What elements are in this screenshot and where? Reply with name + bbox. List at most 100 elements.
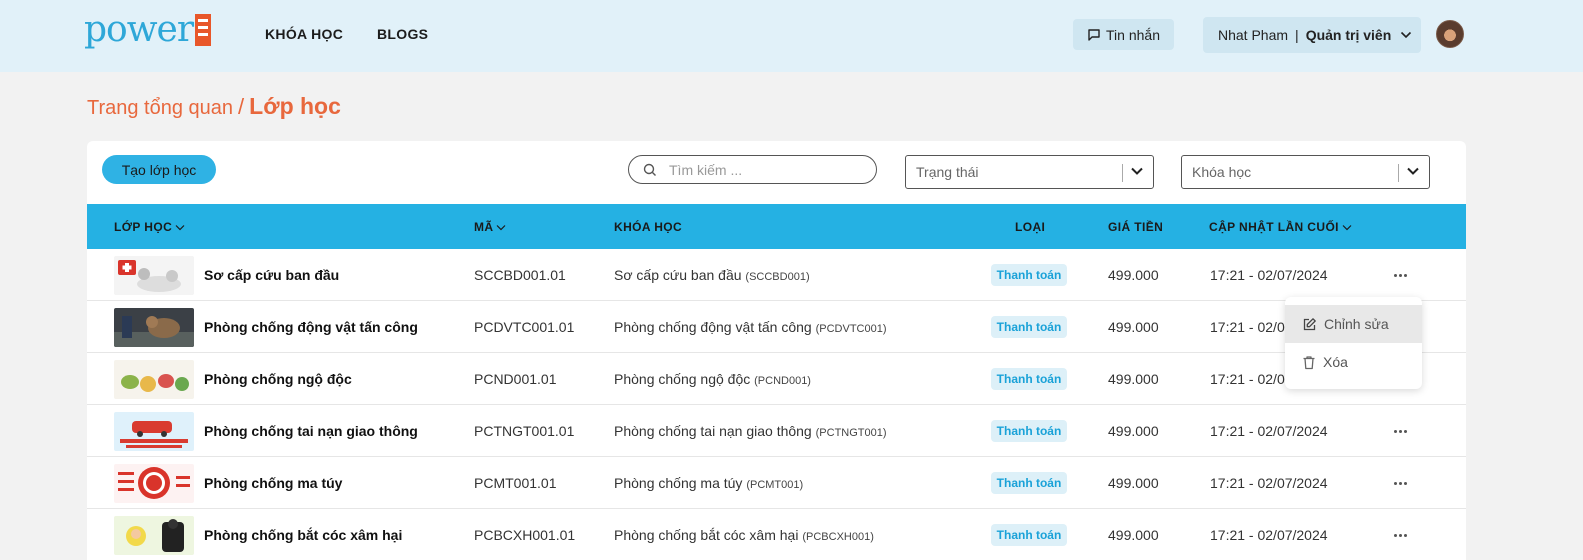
page-title: Lớp học — [249, 93, 341, 119]
class-name[interactable]: Phòng chống ma túy — [204, 475, 342, 491]
column-header-code[interactable]: MÃ — [474, 220, 506, 234]
classes-card: Tạo lớp học Trạng thái Khóa học LỚP HỌC … — [87, 141, 1466, 560]
course-code: (PCND001) — [754, 375, 811, 387]
chevron-down-icon — [1131, 167, 1143, 175]
class-name[interactable]: Phòng chống động vật tấn công — [204, 319, 418, 335]
nav-blogs[interactable]: BLOGS — [377, 26, 428, 42]
class-thumbnail — [114, 464, 194, 503]
type-badge: Thanh toán — [991, 472, 1067, 494]
class-code: SCCBD001.01 — [474, 267, 566, 283]
class-thumbnail — [114, 256, 194, 295]
class-thumbnail — [114, 360, 194, 399]
updated-at: 17:21 - 02/07/2024 — [1210, 267, 1328, 283]
search-input[interactable] — [669, 161, 859, 178]
class-code: PCMT001.01 — [474, 475, 557, 491]
updated-at: 17:21 - 02/07/2024 — [1210, 475, 1328, 491]
type-badge: Thanh toán — [991, 368, 1067, 390]
updated-at: 17:21 - 02/07/2024 — [1210, 527, 1328, 543]
messages-label: Tin nhắn — [1106, 26, 1160, 43]
messages-button[interactable]: Tin nhắn — [1073, 19, 1174, 50]
trash-icon — [1303, 355, 1315, 369]
table-row[interactable]: Phòng chống tai nạn giao thông PCTNGT001… — [87, 405, 1466, 457]
search-icon — [643, 163, 656, 176]
updated-at: 17:21 - 02/0 — [1210, 319, 1285, 335]
course-code: (PCDVTC001) — [815, 323, 887, 335]
price: 499.000 — [1108, 319, 1159, 335]
status-select-placeholder: Trạng thái — [916, 164, 979, 180]
avatar[interactable] — [1436, 20, 1464, 48]
chevron-down-icon — [1401, 31, 1412, 39]
table-header: LỚP HỌC MÃ KHÓA HỌC LOẠI GIÁ TIỀN CẬP NH… — [87, 204, 1466, 249]
column-header-label: KHÓA HỌC — [614, 220, 683, 234]
more-actions-button[interactable] — [1390, 526, 1410, 544]
class-name[interactable]: Phòng chống bắt cóc xâm hại — [204, 527, 402, 543]
column-header-type: LOẠI — [1015, 220, 1045, 234]
table-row[interactable]: Phòng chống động vật tấn công PCDVTC001.… — [87, 301, 1466, 353]
course-name: Phòng chống ngộ độc — [614, 371, 751, 387]
course-select[interactable]: Khóa học — [1181, 155, 1430, 189]
table-row[interactable]: Phòng chống ngộ độc PCND001.01 Phòng chố… — [87, 353, 1466, 405]
course-select-placeholder: Khóa học — [1192, 164, 1252, 180]
user-separator: | — [1295, 27, 1299, 43]
select-divider — [1398, 164, 1399, 182]
column-header-label: LOẠI — [1015, 220, 1046, 234]
class-code: PCTNGT001.01 — [474, 423, 575, 439]
class-code: PCBCXH001.01 — [474, 527, 576, 543]
column-header-course: KHÓA HỌC — [614, 220, 682, 234]
user-role: Quản trị viên — [1305, 27, 1392, 43]
course-name: Sơ cấp cứu ban đầu — [614, 267, 742, 283]
class-name[interactable]: Phòng chống ngộ độc — [204, 371, 352, 387]
more-actions-button[interactable] — [1390, 422, 1410, 440]
class-code: PCDVTC001.01 — [474, 319, 575, 335]
class-thumbnail — [114, 308, 194, 347]
type-badge: Thanh toán — [991, 264, 1067, 286]
user-name: Nhat Pham — [1218, 27, 1289, 43]
table-row[interactable]: Sơ cấp cứu ban đầu SCCBD001.01 Sơ cấp cứ… — [87, 249, 1466, 301]
class-name[interactable]: Phòng chống tai nạn giao thông — [204, 423, 418, 439]
logo-text: power — [84, 9, 194, 50]
more-actions-button[interactable] — [1390, 474, 1410, 492]
course-cell: Phòng chống động vật tấn công (PCDVTC001… — [614, 319, 887, 335]
search-box[interactable] — [628, 155, 877, 184]
course-code: (PCBCXH001) — [802, 531, 874, 543]
create-class-button[interactable]: Tạo lớp học — [102, 155, 216, 184]
course-cell: Phòng chống bắt cóc xâm hại (PCBCXH001) — [614, 527, 874, 543]
course-code: (PCMT001) — [746, 479, 804, 491]
sort-icon — [175, 224, 185, 230]
edit-menu-item[interactable]: Chỉnh sửa — [1285, 305, 1422, 343]
column-header-updated[interactable]: CẬP NHẬT LẦN CUỐI — [1209, 220, 1352, 234]
nav-courses[interactable]: KHÓA HỌC — [265, 26, 343, 42]
table-row[interactable]: Phòng chống bắt cóc xâm hại PCBCXH001.01… — [87, 509, 1466, 560]
delete-label: Xóa — [1323, 354, 1348, 370]
user-menu[interactable]: Nhat Pham | Quản trị viên — [1203, 17, 1421, 53]
more-actions-button[interactable] — [1390, 266, 1410, 284]
chat-icon — [1088, 28, 1100, 41]
column-header-class[interactable]: LỚP HỌC — [114, 220, 185, 234]
column-header-price: GIÁ TIỀN — [1108, 220, 1163, 234]
status-select[interactable]: Trạng thái — [905, 155, 1154, 189]
delete-menu-item[interactable]: Xóa — [1285, 343, 1422, 381]
class-name[interactable]: Sơ cấp cứu ban đầu — [204, 267, 339, 283]
course-name: Phòng chống ma túy — [614, 475, 743, 491]
updated-at: 17:21 - 02/07/2024 — [1210, 423, 1328, 439]
edit-icon — [1303, 317, 1316, 330]
top-header: power KHÓA HỌC BLOGS Tin nhắn Nhat Pham … — [0, 0, 1583, 72]
table-row[interactable]: Phòng chống ma túy PCMT001.01 Phòng chốn… — [87, 457, 1466, 509]
breadcrumb-home[interactable]: Trang tổng quan — [87, 97, 233, 119]
class-thumbnail — [114, 516, 194, 555]
course-name: Phòng chống tai nạn giao thông — [614, 423, 812, 439]
power-logo[interactable]: power — [84, 9, 212, 50]
column-header-label: LỚP HỌC — [114, 220, 173, 234]
chevron-down-icon — [1407, 167, 1419, 175]
price: 499.000 — [1108, 267, 1159, 283]
breadcrumb-separator: / — [238, 94, 245, 119]
course-cell: Phòng chống tai nạn giao thông (PCTNGT00… — [614, 423, 887, 439]
class-code: PCND001.01 — [474, 371, 557, 387]
course-name: Phòng chống động vật tấn công — [614, 319, 812, 335]
price: 499.000 — [1108, 423, 1159, 439]
course-cell: Phòng chống ngộ độc (PCND001) — [614, 371, 811, 387]
select-divider — [1122, 164, 1123, 182]
edit-label: Chỉnh sửa — [1324, 316, 1389, 332]
row-actions-menu: Chỉnh sửa Xóa — [1285, 297, 1422, 389]
column-header-label: GIÁ TIỀN — [1108, 220, 1164, 234]
